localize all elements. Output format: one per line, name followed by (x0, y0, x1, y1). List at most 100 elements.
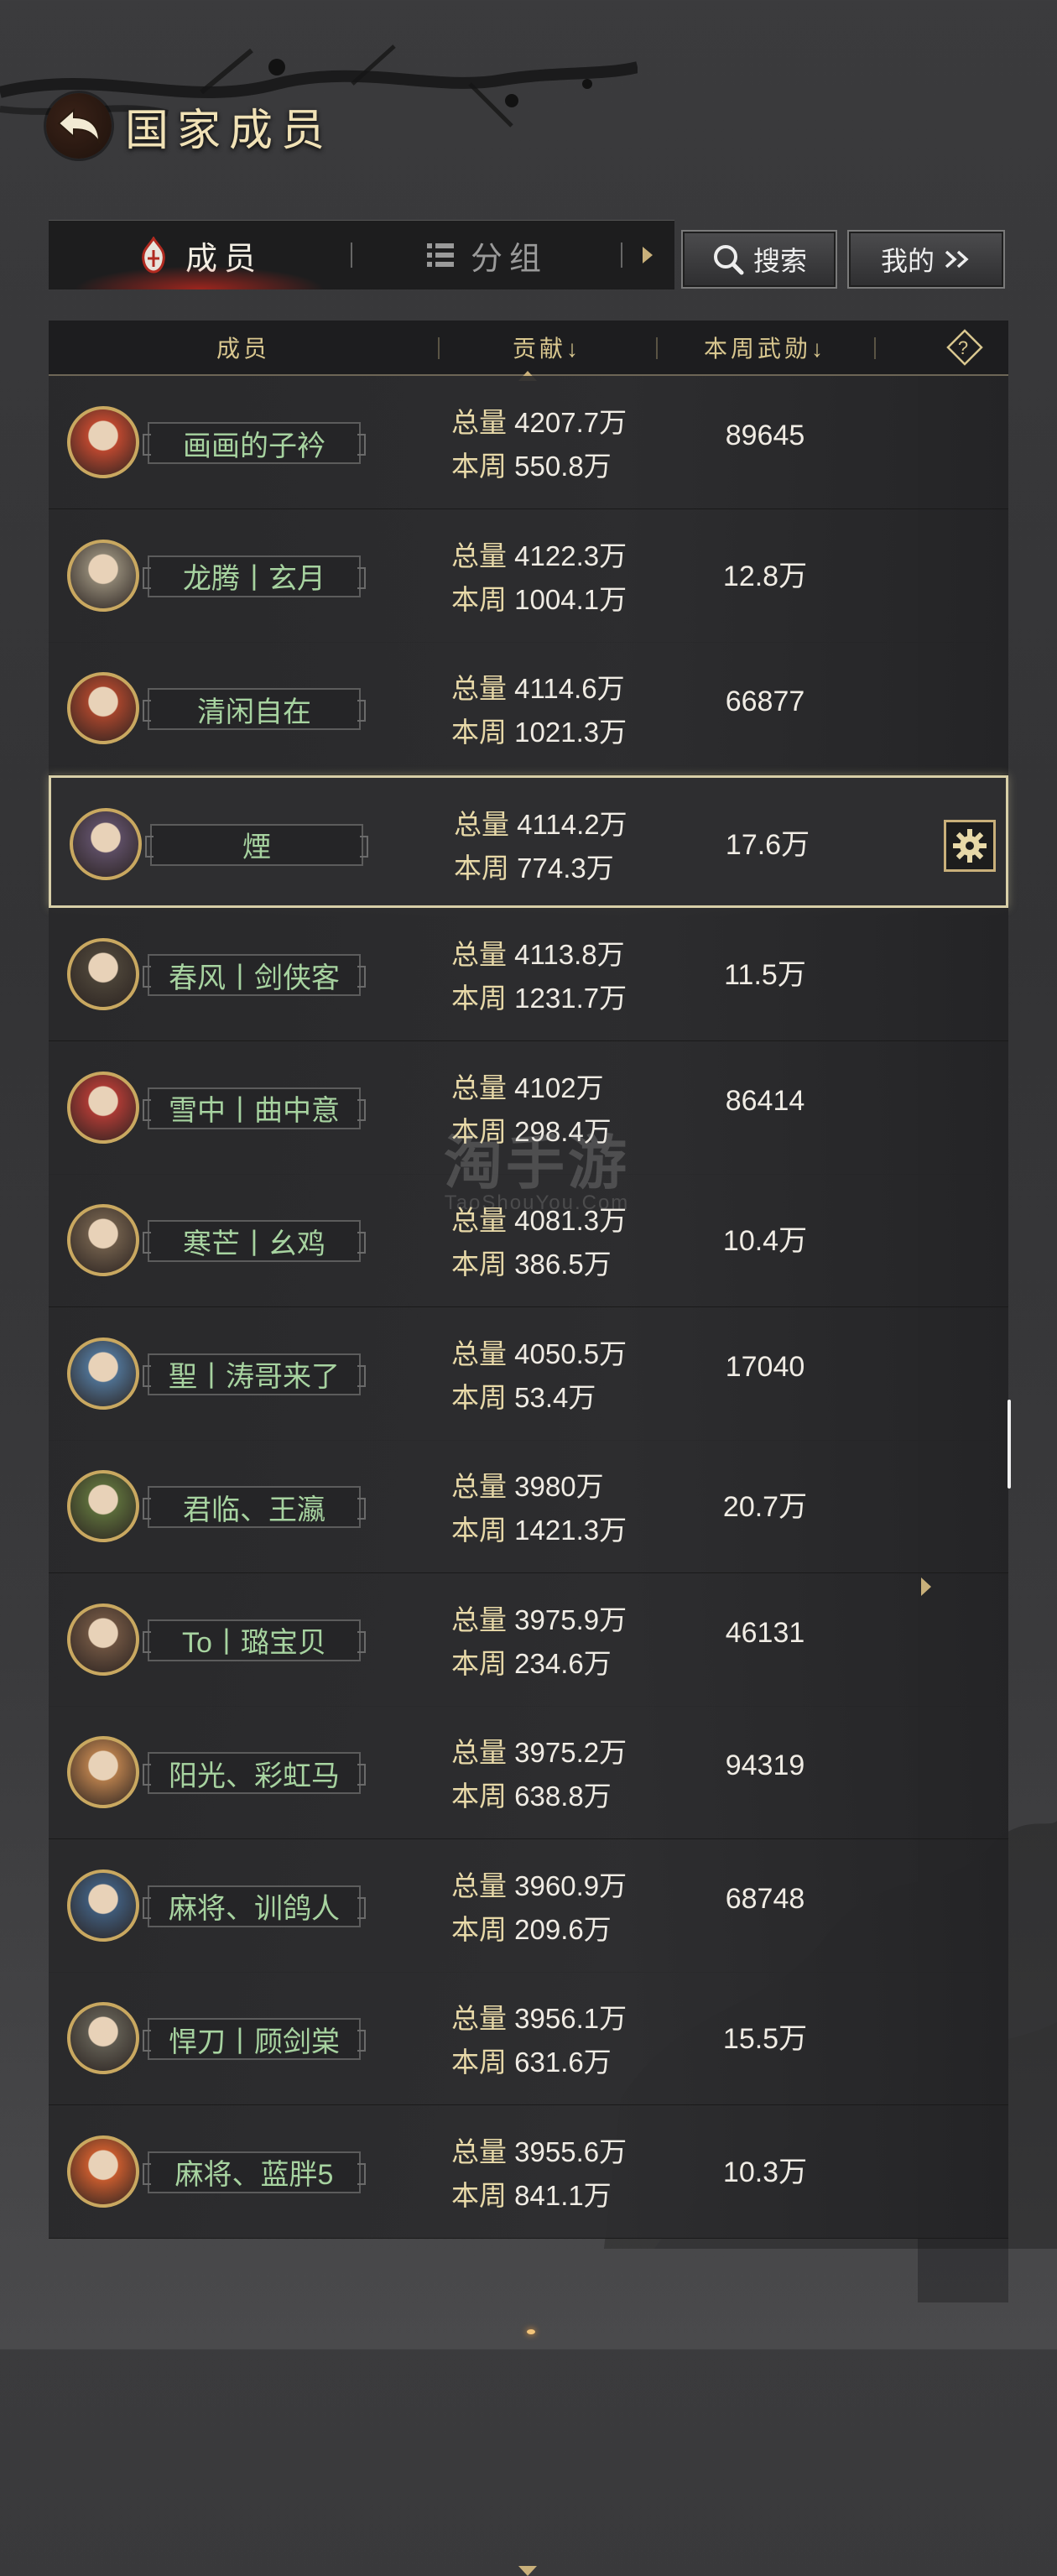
week-label: 本周 (454, 852, 509, 884)
table-row[interactable]: 悍刀丨顾剑棠 总量 3956.1万 本周 631.6万 15.5万 (49, 1972, 1008, 2105)
avatar[interactable] (67, 2135, 139, 2208)
member-name-text: 麻将、训鸽人 (169, 1893, 340, 1925)
column-header-member[interactable]: 成员 (49, 321, 438, 374)
table-row[interactable]: 麻将、蓝胖5 总量 3955.6万 本周 841.1万 10.3万 (49, 2104, 1008, 2239)
weekly-contribution: 1231.7万 (514, 983, 627, 1014)
week-label: 本周 (451, 1115, 507, 1147)
contribution-values: 总量 4050.5万 本周 53.4万 (451, 1332, 627, 1420)
scrollbar-thumb[interactable] (1008, 1400, 1011, 1489)
table-row[interactable]: 春风丨剑侠客 总量 4113.8万 本周 1231.7万 11.5万 (49, 908, 1008, 1041)
member-name-text: 麻将、蓝胖5 (174, 2159, 334, 2191)
avatar[interactable] (67, 1204, 139, 1276)
avatar[interactable] (67, 1736, 139, 1808)
weekly-merit: 10.4万 (722, 1225, 808, 1257)
side-expand-arrow-icon[interactable] (918, 1574, 935, 1599)
avatar[interactable] (67, 938, 139, 1010)
table-row[interactable]: To丨璐宝贝 总量 3975.9万 本周 234.6万 46131 (49, 1572, 1008, 1707)
member-name-text: 春风丨剑侠客 (169, 962, 340, 994)
avatar[interactable] (67, 2002, 139, 2074)
total-contribution: 4114.6万 (514, 673, 625, 704)
column-header-contribution[interactable]: 贡献↓ (438, 321, 656, 374)
total-label: 总量 (451, 1737, 507, 1768)
total-label: 总量 (451, 1869, 507, 1901)
member-name: 寒芒丨幺鸡 (143, 1220, 366, 1262)
back-arrow-icon (57, 107, 101, 145)
member-name-text: 君临、王瀛 (183, 1494, 325, 1526)
member-name-text: 聖丨涛哥来了 (169, 1361, 340, 1393)
table-row[interactable]: 雪中丨曲中意 总量 4102万 本周 298.4万 86414 (49, 1040, 1008, 1175)
member-name-text: 画画的子衿 (183, 430, 325, 462)
week-label: 本周 (451, 583, 507, 615)
weekly-merit: 11.5万 (724, 959, 806, 991)
weekly-contribution: 1421.3万 (514, 1515, 627, 1546)
total-contribution: 3975.9万 (514, 1603, 627, 1635)
member-name: 麻将、训鸽人 (143, 1885, 366, 1927)
table-row[interactable]: 君临、王瀛 总量 3980万 本周 1421.3万 20.7万 (49, 1440, 1008, 1573)
contribution-values: 总量 3960.9万 本周 209.6万 (451, 1864, 627, 1952)
search-button[interactable]: 搜索 (681, 230, 837, 289)
avatar[interactable] (67, 1071, 139, 1144)
avatar[interactable] (67, 1869, 139, 1942)
mine-button[interactable]: 我的 (847, 230, 1005, 289)
member-name-text: 悍刀丨顾剑棠 (169, 2026, 340, 2058)
page-title: 国家成员 (125, 105, 334, 156)
tab-scroll-arrow[interactable] (622, 245, 673, 265)
table-row[interactable]: 麻将、训鸽人 总量 3960.9万 本周 209.6万 68748 (49, 1838, 1008, 1973)
table-row[interactable]: 聖丨涛哥来了 总量 4050.5万 本周 53.4万 17040 (49, 1306, 1008, 1441)
member-name: 画画的子衿 (143, 422, 366, 464)
back-button[interactable] (46, 93, 112, 159)
help-glyph: ? (958, 337, 971, 358)
member-name: 阳光、彩虹马 (143, 1752, 366, 1794)
contribution-values: 总量 4122.3万 本周 1004.1万 (451, 534, 627, 622)
weekly-merit: 15.5万 (722, 2023, 808, 2055)
table-row[interactable]: 阳光、彩虹马 总量 3975.2万 本周 638.8万 94319 (49, 1706, 1008, 1839)
table-header: 成员 贡献↓ 本周武勋↓ ? (49, 321, 1008, 376)
table-row[interactable]: 清闲自在 总量 4114.6万 本周 1021.3万 66877 (49, 642, 1008, 775)
weekly-contribution: 550.8万 (514, 451, 612, 482)
contribution-values: 总量 4114.6万 本周 1021.3万 (451, 667, 627, 754)
avatar[interactable] (67, 1470, 139, 1542)
help-button[interactable]: ? (921, 321, 1008, 374)
weekly-merit: 68748 (725, 1882, 805, 1915)
total-label: 总量 (451, 1072, 507, 1103)
flame-emblem-icon (142, 237, 165, 274)
week-label: 本周 (451, 451, 507, 482)
week-label: 本周 (451, 1249, 507, 1280)
total-contribution: 3956.1万 (514, 2003, 627, 2034)
weekly-contribution: 638.8万 (514, 1781, 612, 1812)
total-contribution: 4207.7万 (514, 407, 627, 438)
header-divider (874, 337, 876, 359)
table-row[interactable]: 煙 总量 4114.2万 本周 774.3万 17.6万 (49, 774, 1008, 908)
avatar[interactable] (67, 1337, 139, 1410)
member-name: 清闲自在 (143, 688, 366, 730)
member-name-text: 清闲自在 (197, 696, 311, 728)
member-name-text: To丨璐宝贝 (182, 1627, 326, 1659)
gear-icon (953, 828, 987, 863)
contribution-values: 总量 3980万 本周 1421.3万 (451, 1465, 627, 1552)
total-label: 总量 (454, 808, 509, 840)
total-contribution: 4114.2万 (517, 808, 627, 840)
avatar[interactable] (67, 1603, 139, 1676)
weekly-contribution: 631.6万 (514, 2047, 612, 2078)
search-button-label: 搜索 (752, 246, 807, 276)
weekly-merit: 10.3万 (722, 2156, 808, 2188)
table-row[interactable]: 龙腾丨玄月 总量 4122.3万 本周 1004.1万 12.8万 (49, 508, 1008, 643)
weekly-contribution: 774.3万 (517, 852, 614, 884)
avatar[interactable] (67, 406, 139, 478)
avatar[interactable] (67, 539, 139, 612)
total-contribution: 3980万 (514, 1471, 604, 1502)
tab-groups[interactable]: 分组 (352, 221, 621, 289)
weekly-merit: 17.6万 (725, 828, 810, 861)
column-header-weekly-merit[interactable]: 本周武勋↓ (656, 321, 874, 374)
weekly-contribution: 1021.3万 (514, 717, 627, 748)
avatar[interactable] (70, 807, 142, 880)
avatar[interactable] (67, 672, 139, 744)
table-row[interactable]: 画画的子衿 总量 4207.7万 本周 550.8万 89645 (49, 376, 1008, 509)
member-name: 雪中丨曲中意 (143, 1087, 366, 1129)
member-table: 成员 贡献↓ 本周武勋↓ ? 画画的子衿 总量 4207.7万 本周 550.8万 8… (49, 321, 1008, 2576)
weekly-contribution: 209.6万 (514, 1913, 612, 1945)
tab-members[interactable]: 成员 (49, 221, 351, 289)
weekly-merit: 17040 (725, 1350, 805, 1383)
member-name: 麻将、蓝胖5 (143, 2151, 366, 2193)
settings-button[interactable] (944, 819, 996, 872)
